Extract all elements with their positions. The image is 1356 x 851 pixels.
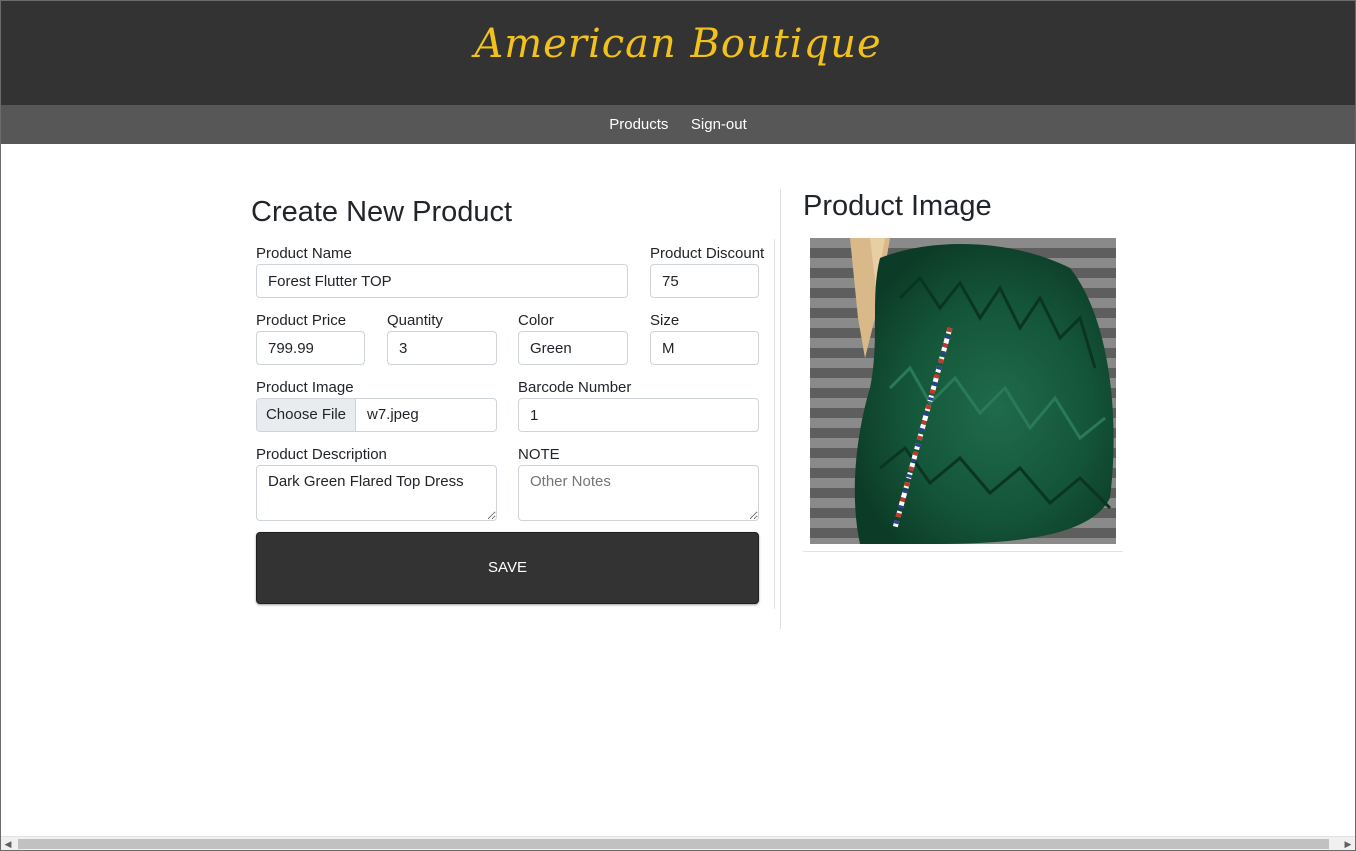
product-image-file-input[interactable]: Choose File w7.jpeg: [256, 398, 497, 432]
nav-signout-link[interactable]: Sign-out: [691, 105, 747, 144]
description-textarea[interactable]: Dark Green Flared Top Dress: [256, 465, 497, 521]
product-discount-label: Product Discount: [650, 245, 765, 262]
scroll-right-icon[interactable]: ▶: [1341, 837, 1355, 851]
note-label: NOTE: [518, 446, 560, 463]
product-photo-illustration: [810, 238, 1116, 544]
scrollbar-thumb[interactable]: [18, 839, 1329, 849]
note-textarea[interactable]: [518, 465, 759, 521]
main-nav: Products Sign-out: [1, 105, 1355, 144]
product-image-label: Product Image: [256, 379, 354, 396]
preview-title: Product Image: [803, 190, 992, 222]
brand-logo[interactable]: American Boutique: [1, 21, 1355, 67]
barcode-label: Barcode Number: [518, 379, 632, 396]
scroll-left-icon[interactable]: ◀: [1, 837, 15, 851]
site-header: American Boutique: [1, 1, 1355, 105]
quantity-label: Quantity: [387, 312, 443, 329]
selected-file-name: w7.jpeg: [367, 406, 419, 423]
product-price-input[interactable]: [256, 331, 365, 365]
form-title: Create New Product: [251, 196, 513, 228]
nav-products-link[interactable]: Products: [609, 105, 668, 144]
save-button[interactable]: SAVE: [256, 532, 759, 604]
choose-file-button[interactable]: Choose File: [257, 399, 356, 431]
description-label: Product Description: [256, 446, 387, 463]
size-input[interactable]: [650, 331, 759, 365]
color-label: Color: [518, 312, 554, 329]
form-divider: [774, 239, 775, 609]
size-label: Size: [650, 312, 680, 329]
product-price-label: Product Price: [256, 312, 347, 329]
product-discount-input[interactable]: [650, 264, 759, 298]
product-image-preview: [810, 238, 1116, 544]
column-divider: [780, 189, 781, 629]
product-name-label: Product Name: [256, 245, 352, 262]
horizontal-scrollbar[interactable]: ◀ ▶: [1, 836, 1355, 850]
color-input[interactable]: [518, 331, 628, 365]
barcode-input[interactable]: [518, 398, 759, 432]
product-name-input[interactable]: [256, 264, 628, 298]
preview-divider: [803, 551, 1123, 552]
quantity-input[interactable]: [387, 331, 497, 365]
